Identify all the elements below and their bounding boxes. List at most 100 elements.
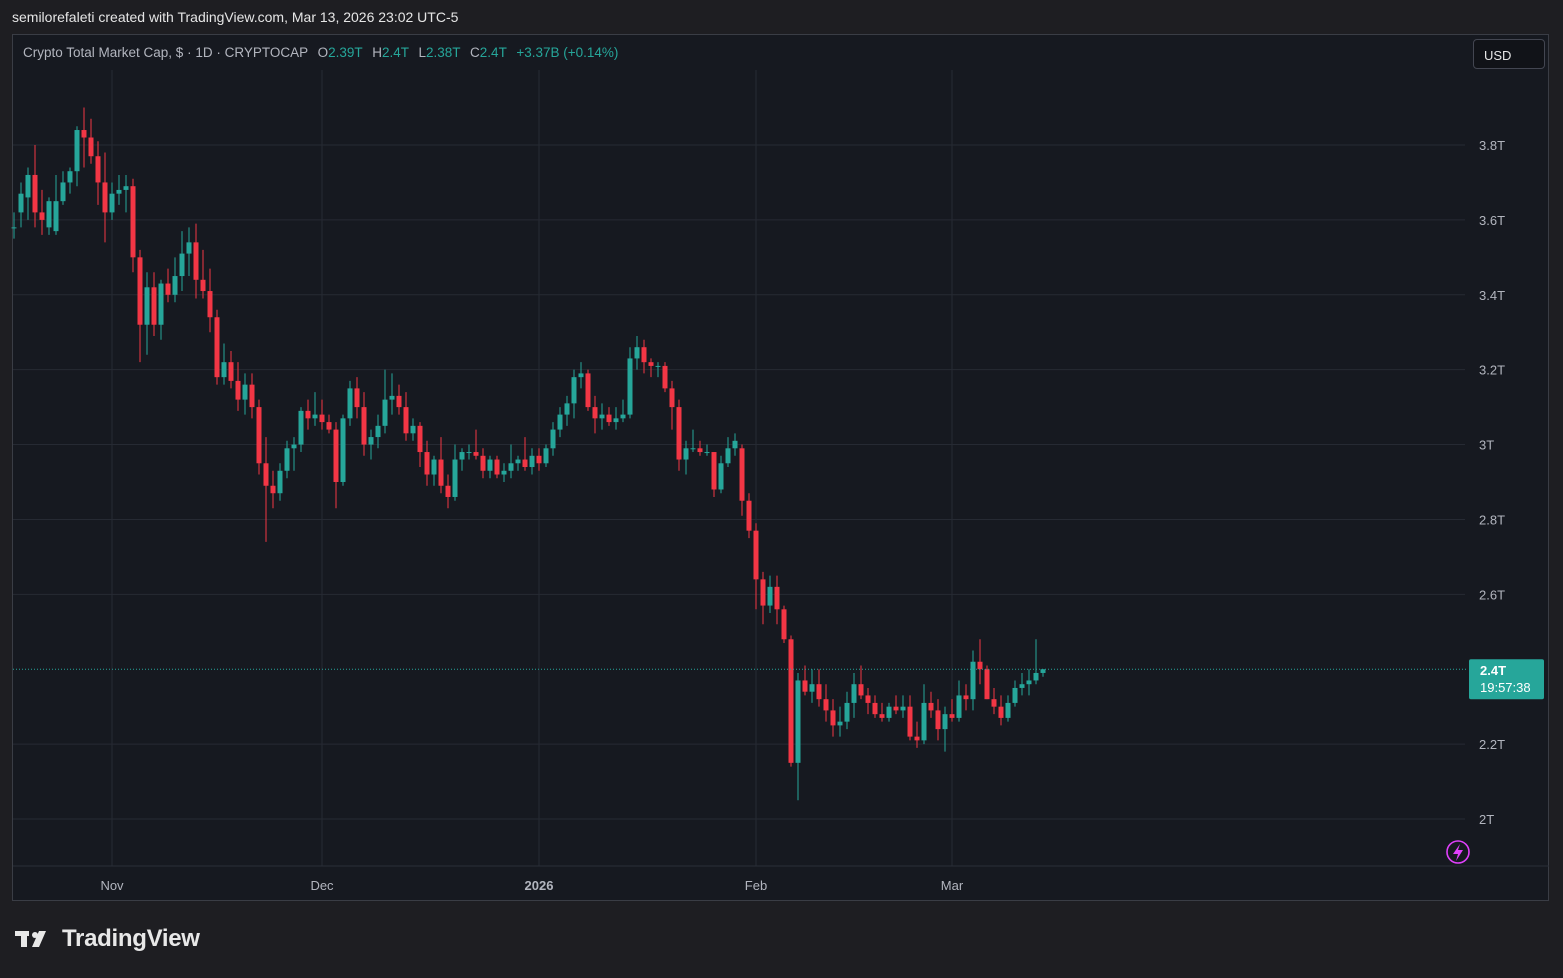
candle-body — [32, 174, 38, 213]
candle-body — [179, 253, 185, 277]
candle-body — [221, 362, 227, 378]
candle-body — [1026, 680, 1032, 685]
lightning-icon[interactable] — [1446, 840, 1470, 864]
candle-body — [403, 407, 409, 434]
candle-body — [165, 283, 171, 295]
candle-body — [837, 721, 843, 726]
candle-body — [648, 362, 654, 366]
candle-body — [963, 695, 969, 700]
candle-body — [11, 227, 17, 229]
candle-body — [956, 695, 962, 718]
candle-body — [368, 437, 374, 445]
candle-body — [914, 736, 920, 741]
candle-body — [732, 440, 738, 449]
candle-body — [676, 407, 682, 460]
candle-body — [879, 714, 885, 718]
candle-body — [1019, 684, 1025, 688]
brand-name: TradingView — [62, 925, 200, 952]
candle-body — [851, 684, 857, 703]
candle-body — [46, 201, 52, 228]
candle-body — [788, 639, 794, 763]
candle-body — [102, 182, 108, 213]
candle-body — [25, 174, 31, 198]
candle-body — [949, 714, 955, 718]
candle-body — [270, 485, 276, 494]
candle-body — [333, 429, 339, 482]
candle-body — [669, 388, 675, 408]
candle-body — [823, 699, 829, 711]
candle-body — [67, 171, 73, 183]
y-tick-label: 2.6T — [1479, 587, 1505, 602]
candle-body — [977, 661, 983, 670]
y-tick-label: 2.2T — [1479, 737, 1505, 752]
candle-body — [18, 193, 24, 213]
candle-body — [893, 706, 899, 711]
candle-body — [249, 384, 255, 408]
candle-body — [473, 452, 479, 456]
candle-body — [242, 384, 248, 400]
candle-body — [564, 403, 570, 415]
candle-body — [767, 586, 773, 606]
candle-body — [151, 287, 157, 325]
candle-body — [361, 407, 367, 445]
candle-body — [802, 680, 808, 692]
candle-body — [970, 661, 976, 700]
candle-body — [193, 242, 199, 280]
y-tick-label: 3.2T — [1479, 363, 1505, 378]
candle-body — [543, 448, 549, 464]
candle-body — [578, 373, 584, 378]
x-tick-label: 2026 — [525, 878, 554, 893]
candle-body — [109, 193, 115, 213]
candle-body — [81, 130, 87, 138]
candle-body — [809, 684, 815, 692]
candle-body — [354, 388, 360, 408]
candle-body — [137, 257, 143, 325]
candle-body — [991, 699, 997, 707]
candle-body — [662, 365, 668, 389]
candle-body — [487, 459, 493, 471]
candle-body — [410, 425, 416, 434]
candle-body — [816, 684, 822, 700]
candle-body — [606, 414, 612, 423]
candle-body — [592, 407, 598, 419]
candle-body — [186, 242, 192, 254]
candle-body — [494, 459, 500, 475]
candle-body — [795, 680, 801, 763]
candle-body — [921, 702, 927, 741]
candle-body — [690, 448, 696, 450]
candle-body — [725, 448, 731, 464]
x-tick-label: Nov — [100, 878, 124, 893]
candle-body — [375, 425, 381, 438]
candle-body — [613, 418, 619, 423]
candle-body — [872, 702, 878, 715]
candle-body — [935, 710, 941, 730]
candle-body — [319, 414, 325, 423]
candle-body — [865, 695, 871, 703]
candle-body — [459, 452, 465, 460]
tradingview-logo-icon — [15, 931, 46, 947]
candle-body — [585, 373, 591, 408]
candle-body — [704, 452, 710, 454]
y-tick-label: 2.8T — [1479, 512, 1505, 527]
candle-body — [95, 156, 101, 183]
candle-body — [1012, 687, 1018, 703]
candle-body — [389, 395, 395, 400]
candle-body — [347, 388, 353, 419]
candle-body — [298, 410, 304, 445]
candle-body — [396, 395, 402, 408]
candle-body — [641, 347, 647, 363]
candle-body — [172, 276, 178, 295]
candle-body — [998, 706, 1004, 718]
candle-body — [445, 485, 451, 497]
candle-body — [326, 422, 332, 430]
y-tick-label: 3.4T — [1479, 288, 1505, 303]
candle-body — [774, 586, 780, 610]
candle-body — [312, 414, 318, 419]
x-tick-label: Feb — [745, 878, 767, 893]
candle-body — [781, 609, 787, 640]
x-tick-label: Mar — [941, 878, 964, 893]
candle-body — [438, 459, 444, 486]
tradingview-brand: TradingView — [14, 925, 200, 953]
candle-body — [130, 186, 136, 258]
candle-body — [123, 186, 129, 190]
